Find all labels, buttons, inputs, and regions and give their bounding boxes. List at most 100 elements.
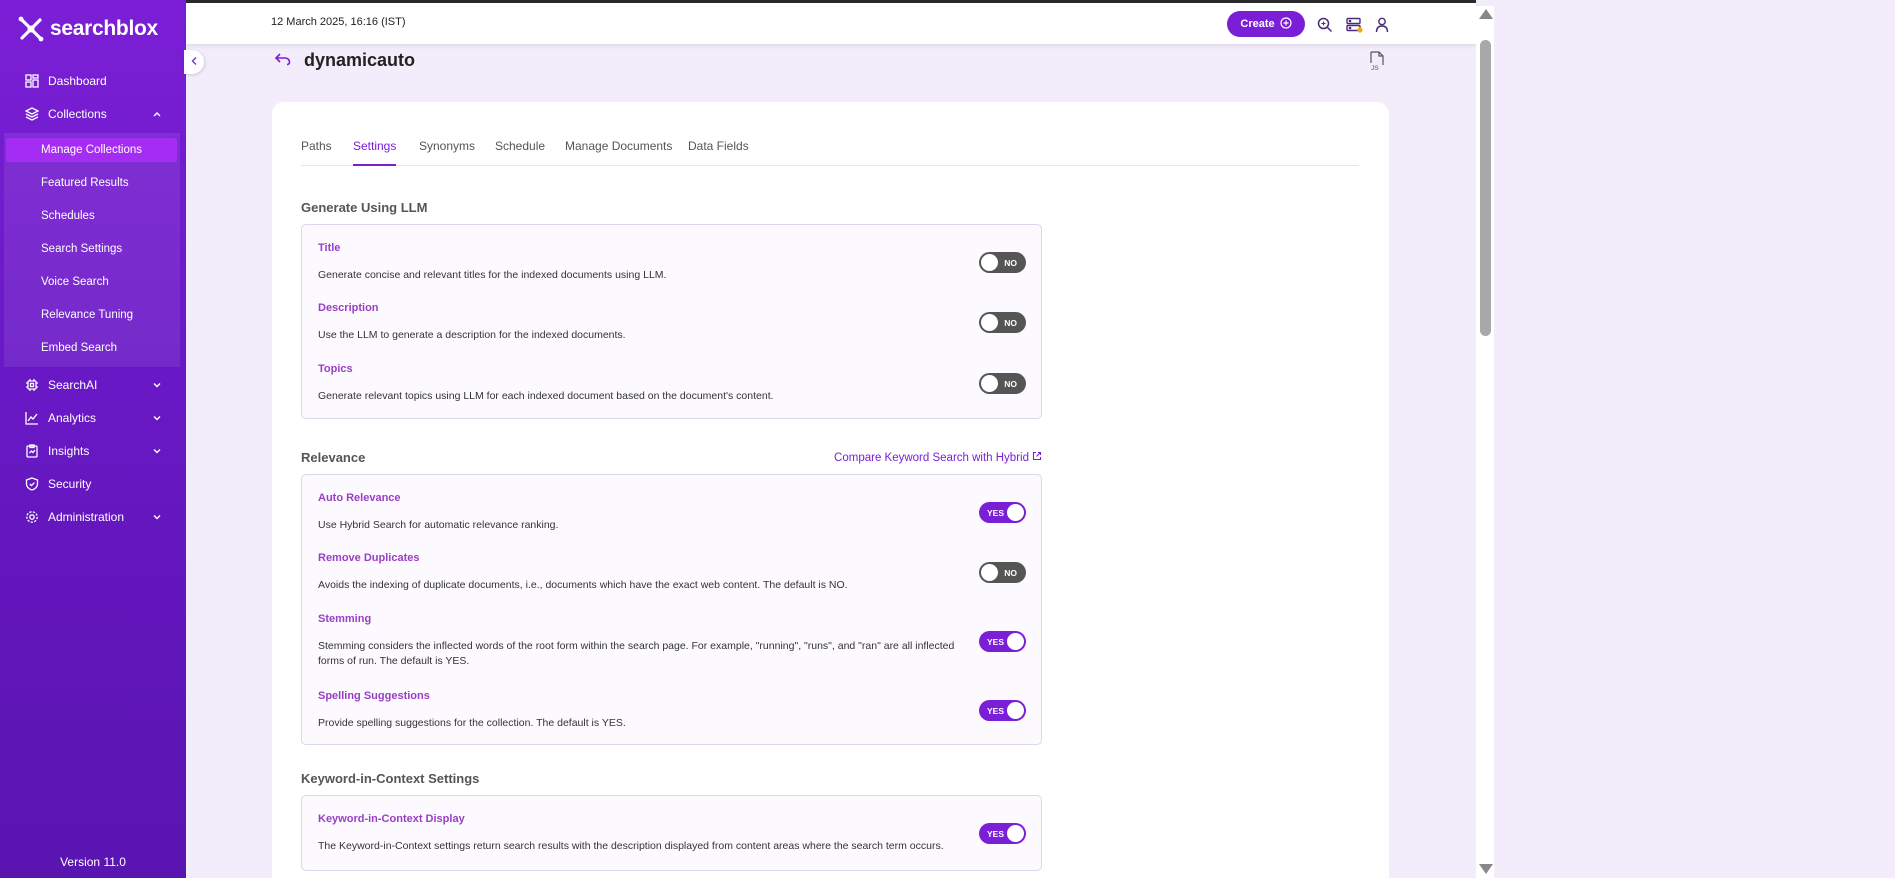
collapse-sidebar-button[interactable] — [184, 50, 204, 74]
toggle-knob — [1007, 504, 1024, 521]
chart-icon — [24, 410, 40, 426]
toggle-knob — [1007, 702, 1024, 719]
sidebar-item-label: SearchAI — [48, 378, 98, 392]
section-title-kic: Keyword-in-Context Settings — [301, 771, 480, 786]
setting-desc-remove-duplicates: Avoids the indexing of duplicate documen… — [318, 579, 848, 591]
tab-paths[interactable]: Paths — [301, 139, 332, 166]
empty-area — [1494, 0, 1895, 878]
searchblox-logo-icon — [16, 14, 46, 44]
toggle-llm-title[interactable]: NO — [979, 252, 1026, 273]
toggle-auto-relevance[interactable]: YES — [979, 502, 1026, 523]
toggle-value: YES — [987, 507, 1005, 518]
kic-settings-panel: Keyword-in-Context Display The Keyword-i… — [301, 795, 1042, 871]
toggle-knob — [981, 375, 998, 392]
chevron-down-icon — [150, 510, 164, 524]
setting-label-auto-relevance: Auto Relevance — [318, 492, 401, 504]
sidebar-item-label: Dashboard — [48, 74, 107, 88]
tab-synonyms[interactable]: Synonyms — [419, 139, 475, 166]
scroll-down-arrow-icon[interactable] — [1479, 864, 1493, 874]
toggle-value: NO — [1004, 378, 1017, 389]
relevance-header: Compare Keyword Search with Hybrid — [301, 451, 1042, 467]
scroll-thumb[interactable] — [1480, 40, 1491, 336]
toggle-knob — [981, 314, 998, 331]
toggle-value: YES — [987, 828, 1005, 839]
setting-label-kic-display: Keyword-in-Context Display — [318, 813, 465, 825]
toggle-knob — [981, 564, 998, 581]
submenu-item-voice-search[interactable]: Voice Search — [41, 270, 109, 294]
server-status-icon[interactable] — [1345, 16, 1363, 34]
setting-label-description: Description — [318, 302, 379, 314]
sidebar-item-label: Collections — [48, 107, 107, 121]
link-label: Compare Keyword Search with Hybrid — [834, 451, 1029, 464]
page-title: dynamicauto — [304, 50, 416, 70]
ai-chip-icon — [24, 377, 40, 393]
sidebar-item-dashboard[interactable]: Dashboard — [0, 68, 186, 94]
chevron-up-icon — [150, 107, 164, 121]
setting-desc-spelling-suggestions: Provide spelling suggestions for the col… — [318, 717, 626, 729]
setting-desc-auto-relevance: Use Hybrid Search for automatic relevanc… — [318, 519, 559, 531]
setting-label-topics: Topics — [318, 363, 353, 375]
plus-circle-icon — [1280, 16, 1292, 32]
sidebar-item-label: Security — [48, 477, 92, 491]
sidebar-item-searchai[interactable]: SearchAI — [0, 372, 186, 398]
toggle-value: NO — [1004, 257, 1017, 268]
tab-schedule[interactable]: Schedule — [495, 139, 545, 166]
setting-desc-title: Generate concise and relevant titles for… — [318, 269, 667, 281]
setting-desc-stemming: Stemming considers the inflected words o… — [318, 640, 955, 667]
external-link-icon — [1032, 451, 1042, 464]
setting-desc-description: Use the LLM to generate a description fo… — [318, 329, 626, 341]
sidebar-item-label: Administration — [48, 510, 125, 524]
toggle-value: YES — [987, 705, 1005, 716]
tab-data-fields[interactable]: Data Fields — [688, 139, 749, 166]
toggle-knob — [1007, 633, 1024, 650]
submenu-item-featured-results[interactable]: Featured Results — [41, 171, 129, 195]
back-arrow-icon[interactable] — [274, 51, 292, 69]
chevron-down-icon — [150, 411, 164, 425]
search-icon[interactable] — [1316, 16, 1334, 34]
version-label: Version 11.0 — [60, 855, 126, 869]
toggle-stemming[interactable]: YES — [979, 631, 1026, 652]
scroll-up-arrow-icon[interactable] — [1479, 9, 1493, 19]
user-profile-icon[interactable] — [1373, 16, 1391, 34]
sidebar-item-collections[interactable]: Collections — [0, 101, 186, 127]
toggle-value: NO — [1004, 567, 1017, 578]
setting-desc-kic-display: The Keyword-in-Context settings return s… — [318, 840, 944, 852]
dashboard-icon — [24, 73, 40, 89]
page-scrollbar[interactable] — [1476, 6, 1494, 878]
chevron-left-icon — [190, 53, 198, 71]
toggle-spelling-suggestions[interactable]: YES — [979, 700, 1026, 721]
submenu-item-manage-collections[interactable]: Manage Collections — [6, 138, 177, 162]
create-button-label: Create — [1240, 18, 1275, 30]
chevron-down-icon — [150, 444, 164, 458]
tab-manage-documents[interactable]: Manage Documents — [565, 139, 672, 166]
submenu-item-search-settings[interactable]: Search Settings — [41, 237, 122, 261]
clipboard-icon — [24, 443, 40, 459]
compare-keyword-hybrid-link[interactable]: Compare Keyword Search with Hybrid — [834, 451, 1042, 464]
section-title-llm: Generate Using LLM — [301, 200, 428, 215]
toggle-llm-topics[interactable]: NO — [979, 373, 1026, 394]
toggle-kic-display[interactable]: YES — [979, 823, 1026, 844]
setting-label-remove-duplicates: Remove Duplicates — [318, 552, 420, 564]
collection-tabs: Paths Settings Synonyms Schedule Manage … — [301, 139, 1359, 166]
submenu-item-relevance-tuning[interactable]: Relevance Tuning — [41, 303, 133, 327]
sidebar-item-security[interactable]: Security — [0, 471, 186, 497]
toggle-knob — [981, 254, 998, 271]
submenu-item-embed-search[interactable]: Embed Search — [41, 336, 117, 360]
setting-label-stemming: Stemming — [318, 613, 372, 625]
chevron-down-icon — [150, 378, 164, 392]
sidebar-item-label: Analytics — [48, 411, 97, 425]
sidebar-item-insights[interactable]: Insights — [0, 438, 186, 464]
sidebar-item-administration[interactable]: Administration — [0, 504, 186, 530]
shield-icon — [24, 476, 40, 492]
svg-text:JS: JS — [1371, 65, 1379, 71]
logo[interactable]: searchblox — [16, 14, 158, 44]
tab-settings[interactable]: Settings — [353, 139, 397, 166]
toggle-remove-duplicates[interactable]: NO — [979, 562, 1026, 583]
current-datetime: 12 March 2025, 16:16 (IST) — [271, 16, 406, 28]
toggle-llm-description[interactable]: NO — [979, 312, 1026, 333]
gear-icon — [24, 509, 40, 525]
create-button[interactable]: Create — [1227, 11, 1305, 37]
sidebar-item-analytics[interactable]: Analytics — [0, 405, 186, 431]
submenu-item-schedules[interactable]: Schedules — [41, 204, 95, 228]
js-file-icon[interactable]: JS — [1368, 51, 1386, 72]
